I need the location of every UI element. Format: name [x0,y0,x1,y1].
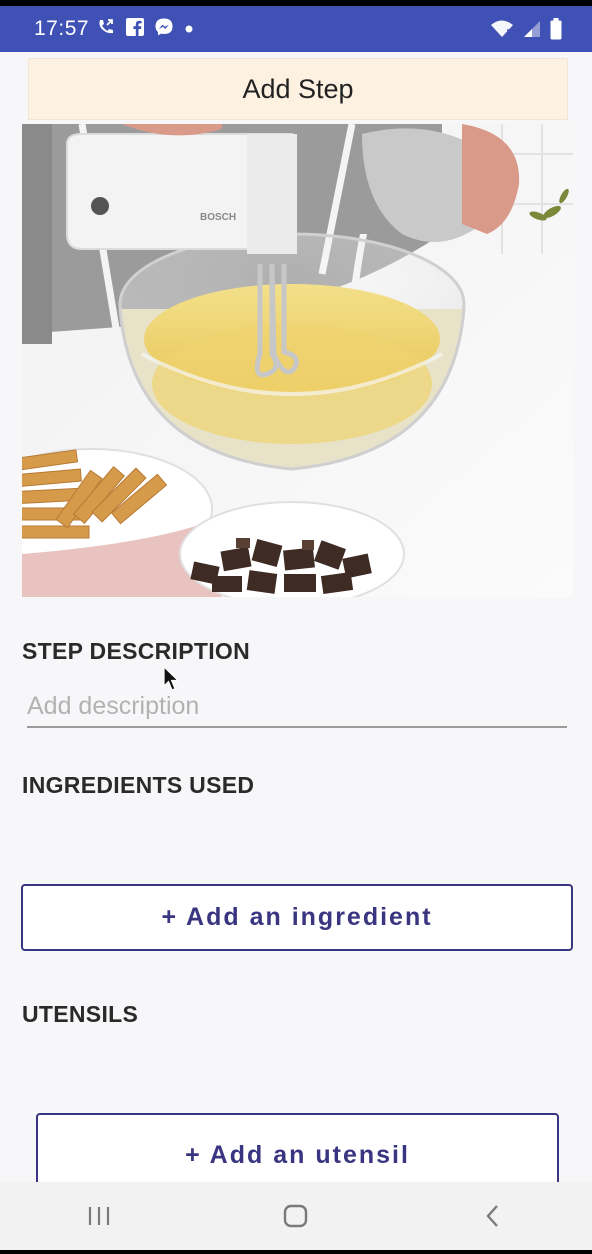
recents-icon[interactable] [69,1191,129,1241]
call-forward-icon [96,17,116,42]
home-icon[interactable] [266,1191,326,1241]
step-photo[interactable]: BOSCH [22,124,573,597]
ingredients-used-label: INGREDIENTS USED [22,772,255,798]
facebook-icon [126,18,144,41]
add-ingredient-button[interactable]: + Add an ingredient [21,884,573,951]
battery-icon [550,18,562,45]
messenger-icon [154,17,174,42]
status-icons-right [490,18,562,45]
mouse-cursor-icon [163,665,181,697]
status-bar: 17:57 [0,6,592,52]
wifi-icon [490,19,514,44]
dot-icon [184,21,194,39]
screen: 17:57 Add Step BOSCH STEP DESCRIPTION Ad… [0,6,592,1250]
mixer-brand-text: BOSCH [200,212,236,223]
step-description-label: STEP DESCRIPTION [22,638,251,664]
add-step-button[interactable]: Add Step [28,58,568,120]
status-icons-left [96,17,194,42]
utensils-label: UTENSILS [22,1001,139,1027]
system-nav-bar [0,1182,592,1250]
status-time: 17:57 [34,17,90,40]
step-description-input[interactable] [27,686,567,728]
signal-icon [522,19,542,44]
back-icon[interactable] [463,1191,523,1241]
